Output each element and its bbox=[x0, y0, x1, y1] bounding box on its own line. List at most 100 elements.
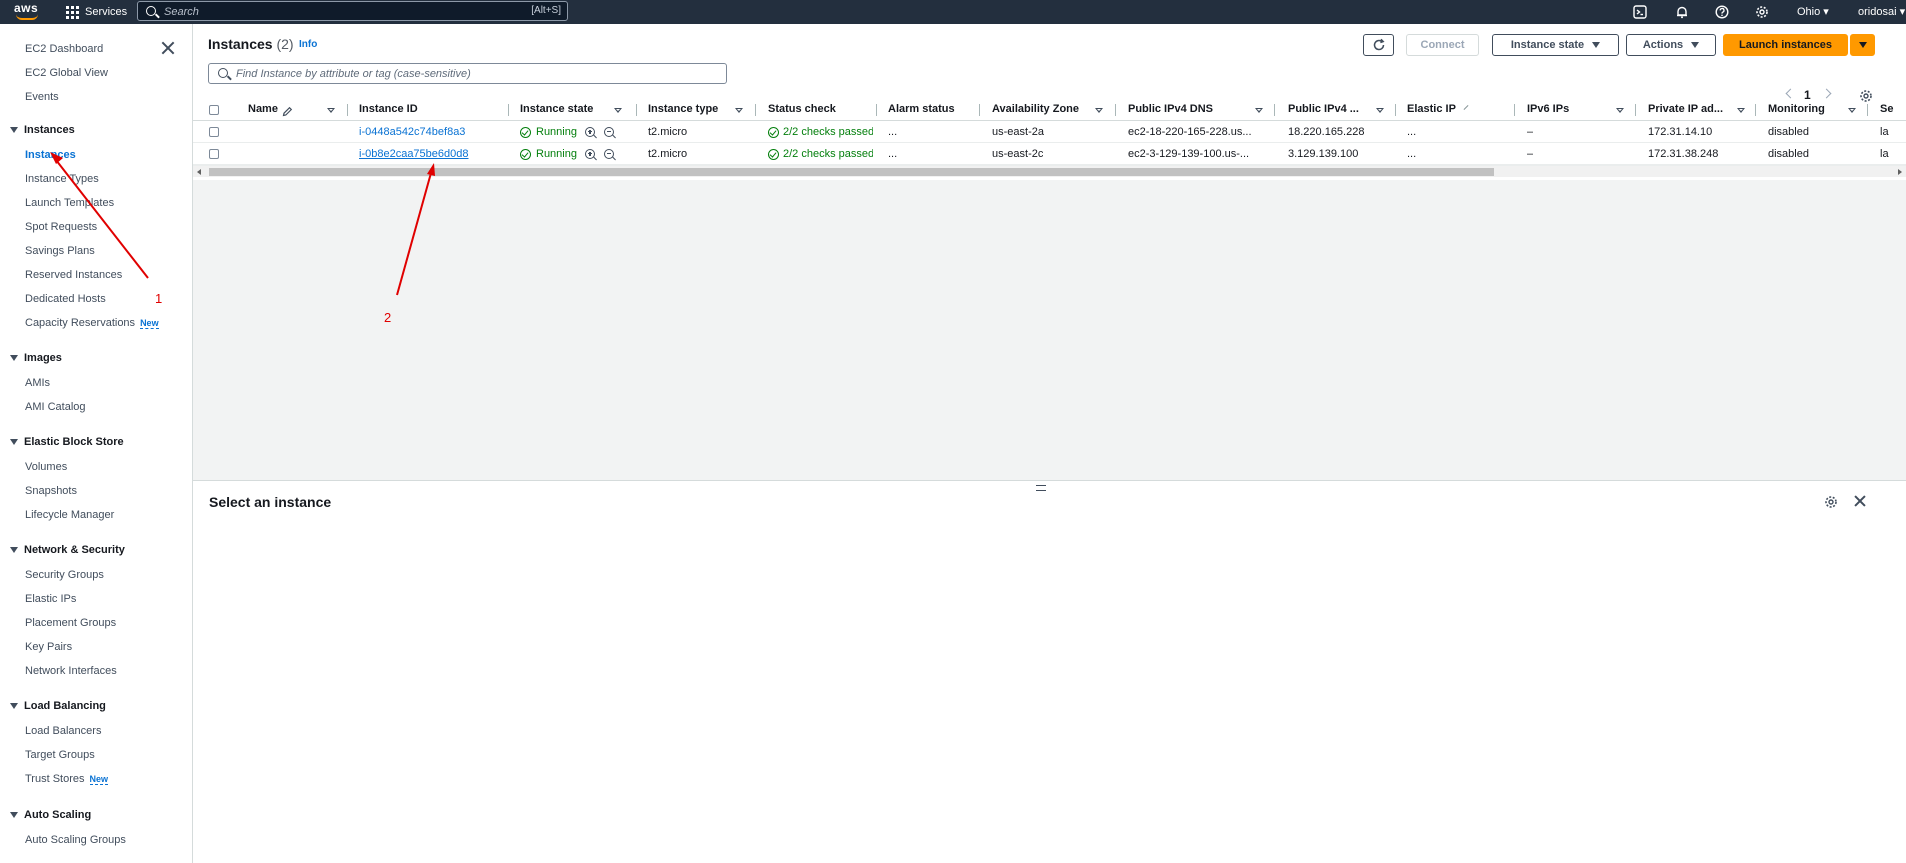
column-header-monitoring[interactable]: Monitoring bbox=[1768, 103, 1825, 115]
column-divider[interactable] bbox=[1274, 104, 1275, 116]
column-header-instance-id[interactable]: Instance ID bbox=[359, 103, 418, 115]
resize-handle-icon[interactable] bbox=[1463, 105, 1469, 110]
column-header-public-ipv4[interactable]: Public IPv4 ... bbox=[1288, 103, 1359, 115]
column-header-status-check[interactable]: Status check bbox=[768, 103, 836, 115]
nav-capacity-reservations[interactable]: Capacity Reservations New bbox=[25, 317, 159, 329]
nav-section-auto-scaling[interactable]: Auto Scaling bbox=[10, 809, 91, 821]
nav-auto-scaling-groups[interactable]: Auto Scaling Groups bbox=[25, 834, 126, 846]
cell-instance-id[interactable]: i-0b8e2caa75be6d0d8 bbox=[359, 148, 469, 160]
column-header-alarm-status[interactable]: Alarm status bbox=[888, 103, 955, 115]
column-header-ipv6-ips[interactable]: IPv6 IPs bbox=[1527, 103, 1569, 115]
global-search-box[interactable]: [Alt+S] bbox=[137, 1, 568, 21]
column-divider[interactable] bbox=[636, 104, 637, 116]
help-icon[interactable] bbox=[1714, 4, 1730, 20]
global-search-input[interactable] bbox=[164, 4, 494, 19]
launch-dropdown-button[interactable] bbox=[1850, 34, 1875, 56]
nav-instance-types[interactable]: Instance Types bbox=[25, 173, 99, 185]
sort-icon[interactable] bbox=[1848, 108, 1856, 113]
nav-events[interactable]: Events bbox=[25, 91, 59, 103]
zoom-in-icon[interactable] bbox=[585, 127, 595, 137]
column-header-public-ipv4-dns[interactable]: Public IPv4 DNS bbox=[1128, 103, 1213, 115]
select-all-checkbox[interactable] bbox=[209, 105, 219, 115]
account-menu[interactable]: oridosai ▾ bbox=[1858, 0, 1905, 24]
nav-elastic-ips[interactable]: Elastic IPs bbox=[25, 593, 76, 605]
scroll-left-arrow-icon[interactable] bbox=[197, 169, 201, 175]
zoom-in-icon[interactable] bbox=[585, 149, 595, 159]
close-sidebar-icon[interactable] bbox=[161, 41, 175, 55]
column-divider[interactable] bbox=[755, 104, 756, 116]
nav-section-elastic-block-store[interactable]: Elastic Block Store bbox=[10, 436, 124, 448]
next-page-icon[interactable] bbox=[1821, 88, 1832, 99]
column-header-instance-type[interactable]: Instance type bbox=[648, 103, 718, 115]
nav-target-groups[interactable]: Target Groups bbox=[25, 749, 95, 761]
column-divider[interactable] bbox=[876, 104, 877, 116]
sort-icon[interactable] bbox=[327, 108, 335, 113]
nav-load-balancers[interactable]: Load Balancers bbox=[25, 725, 101, 737]
scroll-right-arrow-icon[interactable] bbox=[1898, 169, 1902, 175]
sort-icon[interactable] bbox=[735, 108, 743, 113]
nav-instances[interactable]: Instances bbox=[25, 149, 76, 161]
connect-button[interactable]: Connect bbox=[1406, 34, 1479, 56]
cell-instance-id[interactable]: i-0448a542c74bef8a3 bbox=[359, 126, 465, 138]
sort-icon[interactable] bbox=[1376, 108, 1384, 113]
actions-button[interactable]: Actions bbox=[1626, 34, 1716, 56]
aws-logo[interactable]: aws bbox=[14, 0, 48, 24]
column-divider[interactable] bbox=[508, 104, 509, 116]
sort-icon[interactable] bbox=[1616, 108, 1624, 113]
nav-trust-stores[interactable]: Trust Stores New bbox=[25, 773, 109, 785]
nav-savings-plans[interactable]: Savings Plans bbox=[25, 245, 95, 257]
nav-spot-requests[interactable]: Spot Requests bbox=[25, 221, 97, 233]
prev-page-icon[interactable] bbox=[1785, 88, 1796, 99]
refresh-button[interactable] bbox=[1363, 34, 1394, 56]
nav-section-instances[interactable]: Instances bbox=[10, 124, 75, 136]
nav-ami-catalog[interactable]: AMI Catalog bbox=[25, 401, 86, 413]
instance-filter-input[interactable] bbox=[236, 66, 716, 81]
column-divider[interactable] bbox=[347, 104, 348, 116]
region-selector[interactable]: Ohio ▾ bbox=[1797, 0, 1829, 24]
zoom-out-icon[interactable] bbox=[604, 127, 614, 137]
nav-ec2-dashboard[interactable]: EC2 Dashboard bbox=[25, 43, 103, 55]
column-divider[interactable] bbox=[1115, 104, 1116, 116]
nav-section-load-balancing[interactable]: Load Balancing bbox=[10, 700, 106, 712]
sort-icon[interactable] bbox=[614, 108, 622, 113]
column-header-private-ip[interactable]: Private IP ad... bbox=[1648, 103, 1723, 115]
bell-icon[interactable] bbox=[1674, 4, 1690, 20]
column-header-elastic-ip[interactable]: Elastic IP bbox=[1407, 103, 1456, 115]
column-header-availability-zone[interactable]: Availability Zone bbox=[992, 103, 1079, 115]
scrollbar-thumb[interactable] bbox=[209, 168, 1494, 176]
nav-placement-groups[interactable]: Placement Groups bbox=[25, 617, 116, 629]
nav-key-pairs[interactable]: Key Pairs bbox=[25, 641, 72, 653]
nav-section-network-security[interactable]: Network & Security bbox=[10, 544, 125, 556]
column-header-name[interactable]: Name bbox=[248, 103, 278, 115]
cloudshell-icon[interactable] bbox=[1632, 4, 1648, 20]
nav-launch-templates[interactable]: Launch Templates bbox=[25, 197, 114, 209]
nav-network-interfaces[interactable]: Network Interfaces bbox=[25, 665, 117, 677]
nav-security-groups[interactable]: Security Groups bbox=[25, 569, 104, 581]
zoom-out-icon[interactable] bbox=[604, 149, 614, 159]
column-divider[interactable] bbox=[979, 104, 980, 116]
nav-volumes[interactable]: Volumes bbox=[25, 461, 67, 473]
column-divider[interactable] bbox=[1514, 104, 1515, 116]
nav-ec2-global-view[interactable]: EC2 Global View bbox=[25, 67, 108, 79]
instance-filter-box[interactable] bbox=[208, 63, 727, 84]
launch-instances-button[interactable]: Launch instances bbox=[1723, 34, 1848, 56]
column-divider[interactable] bbox=[1755, 104, 1756, 116]
settings-gear-icon[interactable] bbox=[1754, 4, 1770, 20]
nav-snapshots[interactable]: Snapshots bbox=[25, 485, 77, 497]
sort-icon[interactable] bbox=[1255, 108, 1263, 113]
column-divider[interactable] bbox=[1635, 104, 1636, 116]
sort-icon[interactable] bbox=[1737, 108, 1745, 113]
column-divider[interactable] bbox=[1395, 104, 1396, 116]
table-horizontal-scrollbar[interactable] bbox=[193, 165, 1906, 177]
close-details-icon[interactable] bbox=[1854, 495, 1866, 507]
nav-reserved-instances[interactable]: Reserved Instances bbox=[25, 269, 122, 281]
column-header-security[interactable]: Se bbox=[1880, 103, 1893, 115]
cell-alarm-status[interactable]: ... bbox=[888, 126, 897, 138]
nav-dedicated-hosts[interactable]: Dedicated Hosts bbox=[25, 293, 106, 305]
row-checkbox[interactable] bbox=[209, 149, 219, 159]
info-link[interactable]: Info bbox=[299, 39, 317, 50]
services-menu-button[interactable]: Services bbox=[66, 0, 127, 24]
edit-pencil-icon[interactable] bbox=[282, 106, 293, 117]
column-header-instance-state[interactable]: Instance state bbox=[520, 103, 593, 115]
nav-amis[interactable]: AMIs bbox=[25, 377, 50, 389]
